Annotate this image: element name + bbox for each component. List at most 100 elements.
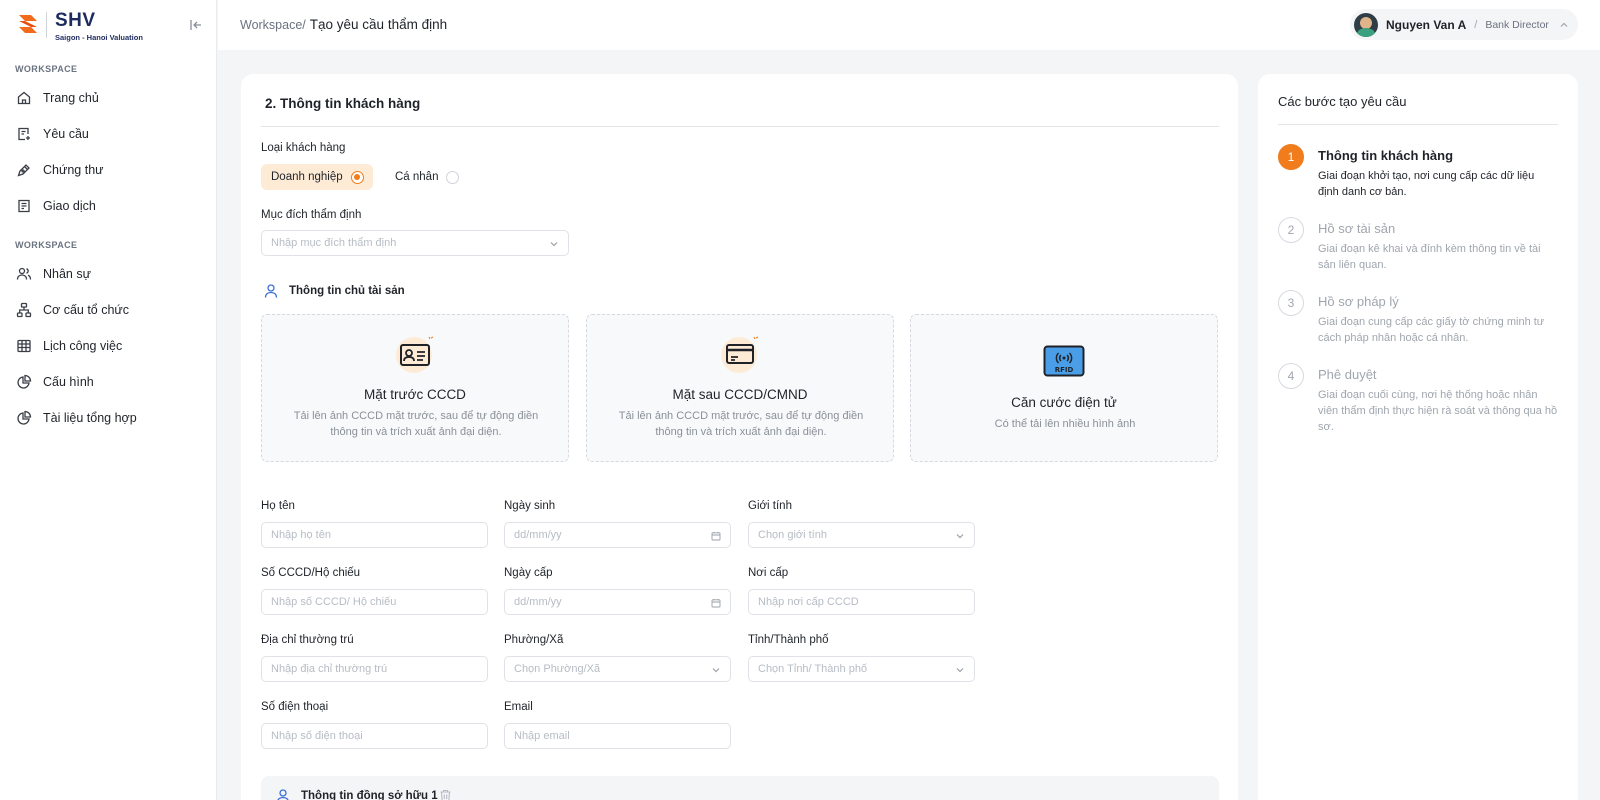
sidebar: SHV Saigon - Hanoi Valuation WORKSPACE T… [0, 0, 217, 800]
step-description: Giai đoạn cuối cùng, nơi hệ thống hoặc n… [1318, 389, 1558, 433]
phone-input[interactable]: Nhập số điện thoại [261, 723, 488, 749]
upload-title: Căn cước điện tử [1011, 395, 1117, 410]
id-card-front-icon [396, 336, 434, 373]
owner-info-title-text: Thông tin chủ tài sản [289, 285, 405, 297]
sidebar-item-requests[interactable]: Yêu cầu [16, 122, 89, 146]
breadcrumb: Workspace/Tạo yêu cầu thẩm định [240, 17, 447, 32]
upload-electronic-id[interactable]: RFID Căn cước điện tử Có thể tải lên nhi… [910, 314, 1218, 462]
shv-logo-icon [19, 15, 37, 33]
id-number-label: Số CCCD/Hộ chiếu [261, 567, 361, 579]
sidebar-item-certificates[interactable]: Chứng thư [16, 158, 104, 182]
sidebar-item-label: Nhân sự [43, 267, 91, 281]
gender-placeholder: Chọn giới tính [758, 529, 827, 541]
chevron-down-icon [956, 668, 964, 673]
user-icon [264, 284, 278, 298]
dob-input[interactable]: dd/mm/yy [504, 522, 731, 548]
receipt-icon [18, 199, 30, 213]
owner-info-title: Thông tin chủ tài sản [263, 283, 405, 299]
upload-description: Tải lên ảnh CCCD mặt trước, sau để tự độ… [293, 410, 539, 438]
email-label: Email [504, 701, 533, 713]
sidebar-item-label: Cấu hình [43, 375, 94, 389]
chevron-down-icon [712, 668, 720, 673]
radio-business[interactable]: Doanh nghiệp [261, 164, 373, 190]
step-number: 1 [1278, 144, 1304, 170]
step-description: Giai đoạn cung cấp các giấy tờ chứng min… [1318, 316, 1545, 344]
ward-select[interactable]: Chọn Phường/Xã [504, 656, 731, 682]
sidebar-item-schedule[interactable]: Lịch công việc [16, 334, 122, 358]
report-chart-icon [17, 410, 32, 425]
sidebar-item-org-structure[interactable]: Cơ cấu tổ chức [16, 298, 129, 322]
upload-id-back[interactable]: Mặt sau CCCD/CMND Tải lên ảnh CCCD mặt t… [586, 314, 894, 462]
sidebar-item-label: Yêu cầu [43, 127, 89, 141]
radio-selected-icon [350, 170, 364, 184]
issue-date-placeholder: dd/mm/yy [514, 596, 562, 608]
purpose-select[interactable]: Nhập mục đích thẩm định [261, 230, 569, 256]
calendar-icon [711, 532, 721, 541]
address-placeholder: Nhập địa chỉ thường trú [271, 663, 388, 675]
issue-place-input[interactable]: Nhập nơi cấp CCCD [748, 589, 975, 615]
trash-icon[interactable] [439, 789, 452, 800]
sidebar-item-label: Tài liệu tổng hợp [43, 411, 137, 425]
request-add-icon [18, 127, 30, 141]
email-input[interactable]: Nhập email [504, 723, 731, 749]
phone-label: Số điện thoại [261, 701, 329, 713]
step-title: Hồ sơ tài sản [1318, 221, 1396, 236]
section-title: 2. Thông tin khách hàng [265, 96, 421, 111]
dob-label: Ngày sinh [504, 500, 556, 512]
name-label: Họ tên [261, 500, 295, 512]
issue-date-input[interactable]: dd/mm/yy [504, 589, 731, 615]
sidebar-section-workspace-2: WORKSPACE [15, 240, 78, 250]
step-description: Giai đoạn kê khai và đính kèm thông tin … [1318, 243, 1541, 271]
steps-card: Các bước tạo yêu cầu 1 Thông tin khách h… [1258, 74, 1578, 800]
address-input[interactable]: Nhập địa chỉ thường trú [261, 656, 488, 682]
steps-title: Các bước tạo yêu cầu [1278, 94, 1407, 109]
sidebar-item-transactions[interactable]: Giao dịch [16, 194, 96, 218]
upload-id-front[interactable]: Mặt trước CCCD Tải lên ảnh CCCD mặt trướ… [261, 314, 569, 462]
issue-date-label: Ngày cấp [504, 567, 553, 579]
name-input[interactable]: Nhập họ tên [261, 522, 488, 548]
sidebar-item-documents[interactable]: Tài liệu tổng hợp [16, 406, 137, 430]
page-title: Tạo yêu cầu thẩm định [309, 17, 448, 32]
collapse-sidebar-icon[interactable] [188, 17, 204, 33]
step-title: Thông tin khách hàng [1318, 148, 1454, 163]
calendar-grid-icon [17, 339, 31, 353]
sidebar-item-label: Chứng thư [43, 163, 104, 177]
radio-unselected-icon [446, 170, 460, 184]
user-role: Bank Director [1485, 18, 1549, 31]
chevron-down-icon [956, 534, 964, 539]
customer-info-card: 2. Thông tin khách hàng Loại khách hàng … [241, 74, 1238, 800]
gender-select[interactable]: Chọn giới tính [748, 522, 975, 548]
co-owner-section: Thông tin đồng sở hữu 1 [261, 776, 1219, 800]
issue-place-label: Nơi cấp [748, 567, 789, 579]
co-owner-title: Thông tin đồng sở hữu 1 [301, 790, 438, 800]
step-title: Hồ sơ pháp lý [1318, 294, 1399, 309]
purpose-label: Mục đích thẩm định [261, 209, 362, 221]
gender-label: Giới tính [748, 500, 792, 512]
users-icon [16, 267, 32, 280]
city-select[interactable]: Chọn Tỉnh/ Thành phố [748, 656, 975, 682]
radio-individual[interactable]: Cá nhân [395, 164, 460, 190]
step-number: 3 [1278, 290, 1304, 316]
step-description: Giai đoạn khởi tạo, nơi cung cấp các dữ … [1318, 170, 1535, 198]
upload-title: Mặt sau CCCD/CMND [672, 387, 808, 402]
home-icon [17, 91, 31, 105]
sidebar-item-home[interactable]: Trang chủ [16, 86, 99, 110]
city-label: Tỉnh/Thành phố [748, 634, 829, 646]
sidebar-item-staff[interactable]: Nhân sự [16, 262, 91, 286]
logo[interactable]: SHV Saigon - Hanoi Valuation [16, 11, 143, 42]
breadcrumb-root[interactable]: Workspace/ [240, 18, 306, 32]
upload-description: Tải lên ảnh CCCD mặt trước, sau để tự độ… [618, 410, 864, 438]
chevron-up-icon [1560, 22, 1568, 27]
step-title: Phê duyệt [1318, 367, 1377, 382]
id-number-placeholder: Nhập số CCCD/ Hộ chiếu [271, 596, 397, 608]
city-placeholder: Chọn Tỉnh/ Thành phố [758, 663, 868, 675]
user-menu[interactable]: Nguyen Van A / Bank Director [1350, 9, 1578, 40]
user-icon [277, 789, 289, 800]
step-number: 2 [1278, 217, 1304, 243]
sidebar-item-label: Cơ cấu tổ chức [43, 303, 130, 317]
sidebar-section-workspace: WORKSPACE [15, 64, 78, 74]
sidebar-item-config[interactable]: Cấu hình [16, 370, 94, 394]
steps-divider [1278, 124, 1558, 125]
id-number-input[interactable]: Nhập số CCCD/ Hộ chiếu [261, 589, 488, 615]
chevron-down-icon [550, 242, 558, 247]
